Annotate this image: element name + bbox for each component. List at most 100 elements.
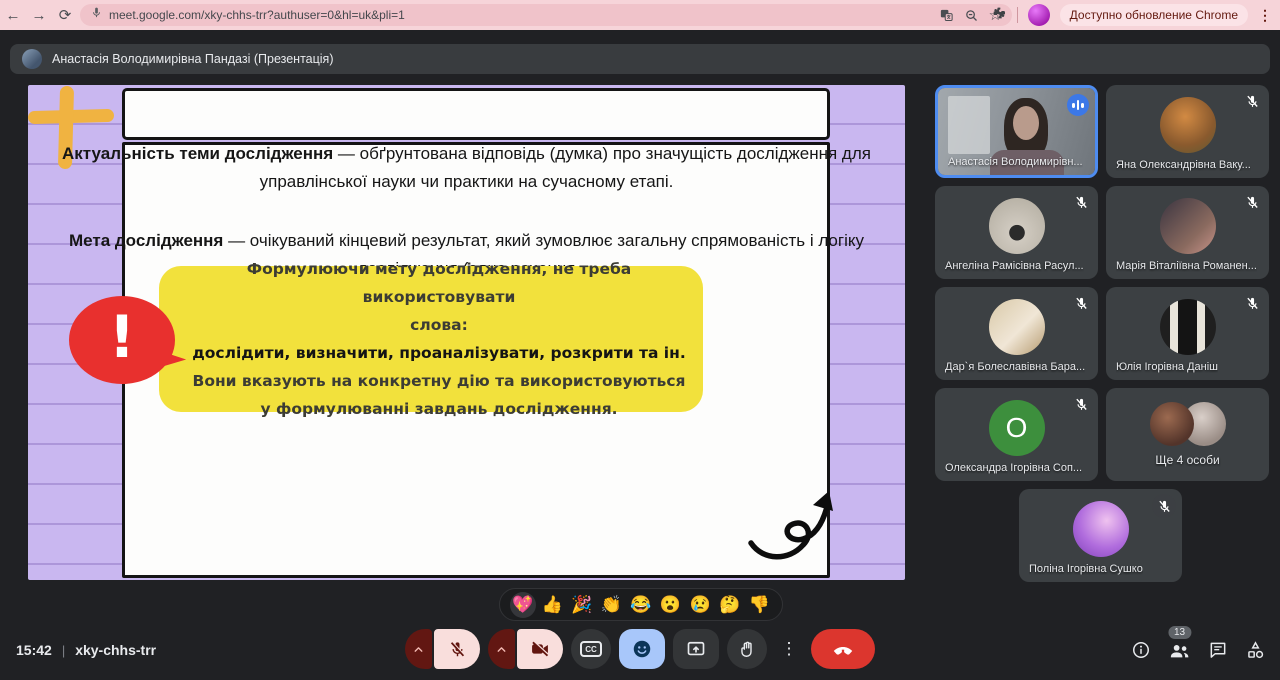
present-button[interactable] — [673, 629, 719, 669]
slide-warning-box: Формулюючи мету дослідження, не треба ви… — [159, 266, 703, 412]
smiley-icon — [631, 638, 653, 660]
participant-count-badge: 13 — [1168, 626, 1191, 639]
extensions-puzzle-icon[interactable] — [991, 5, 1007, 26]
avatar — [1073, 501, 1129, 557]
hang-up-icon — [830, 636, 856, 662]
avatar — [1160, 299, 1216, 355]
participant-name: Яна Олександрівна Ваку... — [1116, 159, 1251, 171]
mic-options-button[interactable] — [405, 629, 432, 669]
translate-icon[interactable] — [939, 8, 954, 23]
call-controls: CC ⋮ — [405, 629, 875, 669]
avatar — [1160, 198, 1216, 254]
participant-name: Олександра Ігорівна Соп... — [945, 462, 1082, 474]
overflow-avatars — [1106, 402, 1269, 446]
reaction-thumbs-down[interactable]: 👎 — [746, 592, 772, 618]
slide-header-box — [122, 88, 830, 140]
address-bar[interactable]: meet.google.com/xky-chhs-trr?authuser=0&… — [80, 4, 1012, 26]
avatar-initial: О — [989, 400, 1045, 456]
captions-icon: CC — [580, 641, 602, 657]
participant-tile[interactable]: Поліна Ігорівна Сушко — [1019, 489, 1182, 582]
participant-tile[interactable]: Ангеліна Рамісівна Расул... — [935, 186, 1098, 279]
camera-options-button[interactable] — [488, 629, 515, 669]
participant-tile[interactable]: Анастасія Володимирівн... — [935, 85, 1098, 178]
camera-off-icon — [530, 639, 550, 659]
reactions-bar: 💖 👍 🎉 👏 😂 😮 😢 🤔 👎 — [499, 588, 783, 621]
toolbar-separator — [1017, 7, 1018, 23]
activities-button[interactable] — [1245, 640, 1266, 661]
participant-tile[interactable]: О Олександра Ігорівна Соп... — [935, 388, 1098, 481]
chrome-update-button[interactable]: Доступно обновление Chrome — [1060, 4, 1248, 26]
mic-off-icon — [1071, 293, 1091, 313]
curly-arrow-doodle — [745, 475, 845, 575]
toolbar-right: Доступно обновление Chrome ⋮ — [991, 0, 1280, 30]
browser-toolbar: ← → ⟳ meet.google.com/xky-chhs-trr?authu… — [0, 0, 1280, 30]
url-text[interactable]: meet.google.com/xky-chhs-trr?authuser=0&… — [109, 8, 929, 22]
reaction-clap[interactable]: 👏 — [598, 592, 624, 618]
mic-off-icon — [1071, 394, 1091, 414]
mic-off-icon — [1071, 192, 1091, 212]
end-call-button[interactable] — [811, 629, 875, 669]
reaction-party[interactable]: 🎉 — [569, 592, 595, 618]
zoom-out-icon[interactable] — [964, 8, 979, 23]
avatar — [989, 198, 1045, 254]
present-screen-icon — [686, 639, 706, 659]
avatar — [1160, 97, 1216, 153]
presenter-avatar — [22, 49, 42, 69]
info-button[interactable] — [1131, 640, 1151, 660]
shared-presentation: Актуальність теми дослідження — обґрунто… — [28, 85, 905, 580]
back-button[interactable]: ← — [0, 7, 26, 24]
google-meet-window: ← → ⟳ meet.google.com/xky-chhs-trr?authu… — [0, 0, 1280, 680]
overflow-label: Ще 4 особи — [1106, 453, 1269, 467]
reaction-cry[interactable]: 😢 — [687, 592, 713, 618]
chevron-up-icon — [495, 643, 508, 656]
reaction-laugh[interactable]: 😂 — [628, 592, 654, 618]
overflow-tile[interactable]: Ще 4 особи — [1106, 388, 1269, 481]
chat-button[interactable] — [1208, 640, 1228, 660]
mic-off-icon — [448, 640, 467, 659]
slide-paragraph-actuality: Актуальність теми дослідження — обґрунто… — [36, 140, 897, 196]
participant-name: Марія Віталіївна Романен... — [1116, 260, 1257, 272]
avatar — [989, 299, 1045, 355]
reaction-surprised[interactable]: 😮 — [658, 592, 684, 618]
mic-off-button[interactable] — [434, 629, 480, 669]
people-icon — [1168, 639, 1191, 662]
chevron-up-icon — [412, 643, 425, 656]
meeting-code: xky-chhs-trr — [75, 642, 156, 658]
presenter-bar[interactable]: Анастасія Володимирівна Пандазі (Презент… — [10, 44, 1270, 74]
reaction-thumbs-up[interactable]: 👍 — [539, 592, 565, 618]
browser-menu-icon[interactable]: ⋮ — [1258, 7, 1272, 24]
camera-control — [488, 629, 563, 669]
participant-tile[interactable]: Дар`я Болеславівна Бара... — [935, 287, 1098, 380]
reload-button[interactable]: ⟳ — [52, 6, 78, 24]
mic-control — [405, 629, 480, 669]
meeting-info: 15:42 | xky-chhs-trr — [16, 625, 156, 675]
mic-off-icon — [1242, 91, 1262, 111]
speaking-indicator-icon — [1067, 94, 1089, 116]
chat-icon — [1208, 640, 1228, 660]
raise-hand-button[interactable] — [727, 629, 767, 669]
participant-tile[interactable]: Яна Олександрівна Ваку... — [1106, 85, 1269, 178]
reactions-button[interactable] — [619, 629, 665, 669]
presenter-label: Анастасія Володимирівна Пандазі (Презент… — [52, 52, 333, 66]
reaction-thinking[interactable]: 🤔 — [717, 592, 743, 618]
participant-name: Юлія Ігорівна Даніш — [1116, 361, 1218, 373]
meeting-panels: 13 — [1131, 625, 1266, 675]
profile-avatar[interactable] — [1028, 4, 1050, 26]
participant-tile[interactable]: Юлія Ігорівна Даніш — [1106, 287, 1269, 380]
participant-name: Поліна Ігорівна Сушко — [1029, 563, 1143, 575]
clock-time: 15:42 — [16, 642, 52, 658]
people-button[interactable]: 13 — [1168, 639, 1191, 662]
divider: | — [62, 643, 65, 658]
mic-off-icon — [1242, 293, 1262, 313]
more-options-button[interactable]: ⋮ — [775, 629, 803, 669]
captions-button[interactable]: CC — [571, 629, 611, 669]
forward-button[interactable]: → — [26, 7, 52, 24]
hand-icon — [738, 640, 757, 659]
reaction-heart[interactable]: 💖 — [510, 592, 536, 618]
participant-name: Анастасія Володимирівн... — [948, 156, 1083, 168]
participant-tile[interactable]: Марія Віталіївна Романен... — [1106, 186, 1269, 279]
info-icon — [1131, 640, 1151, 660]
mic-off-icon — [1152, 494, 1176, 518]
mic-permission-icon[interactable] — [90, 6, 103, 24]
camera-off-button[interactable] — [517, 629, 563, 669]
